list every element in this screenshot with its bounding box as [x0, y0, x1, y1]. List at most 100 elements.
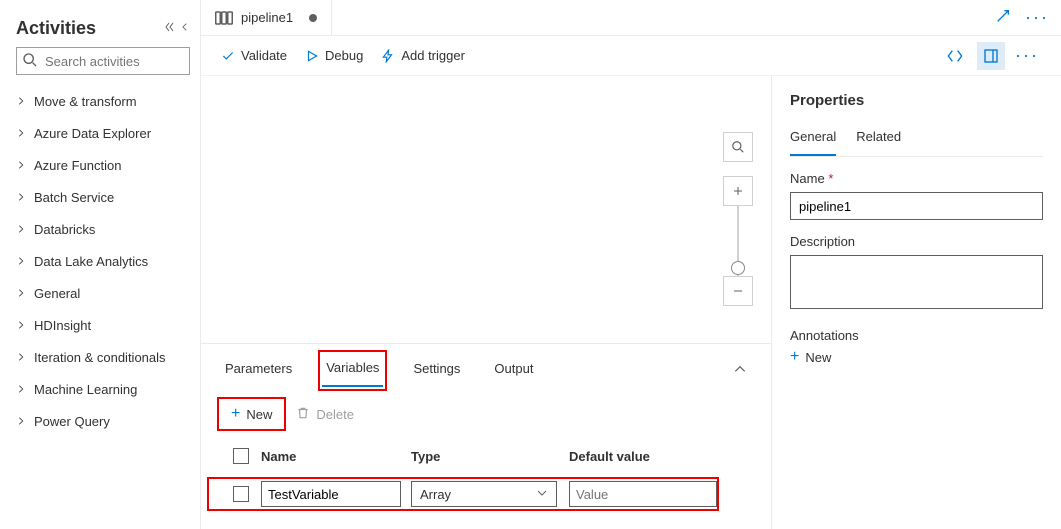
- tree-item[interactable]: Move & transform: [16, 85, 190, 117]
- tab-settings[interactable]: Settings: [409, 355, 464, 386]
- tree-item-label: Azure Function: [34, 158, 121, 173]
- unsaved-dot-icon: [309, 14, 317, 22]
- code-view-button[interactable]: [941, 42, 969, 70]
- add-trigger-button[interactable]: Add trigger: [381, 48, 465, 63]
- tree-item-label: Data Lake Analytics: [34, 254, 148, 269]
- name-field-label: Name *: [790, 171, 1043, 186]
- collapse-bottom-button[interactable]: [733, 362, 751, 379]
- tree-item-label: Databricks: [34, 222, 95, 237]
- check-icon: [221, 49, 235, 63]
- col-default-header: Default value: [569, 449, 729, 464]
- pipeline-canvas[interactable]: Parameters Variables Settings Output + N…: [201, 76, 771, 529]
- tree-item-label: Move & transform: [34, 94, 137, 109]
- select-all-checkbox[interactable]: [233, 448, 249, 464]
- delete-variable-button: Delete: [296, 406, 354, 423]
- zoom-out-button[interactable]: [723, 276, 753, 306]
- tree-item-label: Machine Learning: [34, 382, 137, 397]
- tab-output[interactable]: Output: [490, 355, 537, 386]
- row-checkbox[interactable]: [233, 486, 249, 502]
- trash-icon: [296, 406, 310, 423]
- canvas-find-button[interactable]: [723, 132, 753, 162]
- editor-tab-pipeline1[interactable]: pipeline1: [201, 0, 332, 35]
- activities-panel: Activities Move & transform Azure Data E…: [0, 0, 200, 529]
- zoom-handle[interactable]: [731, 261, 745, 275]
- chevron-right-icon: [16, 94, 26, 109]
- tree-item[interactable]: HDInsight: [16, 309, 190, 341]
- variables-grid-header: Name Type Default value: [221, 437, 751, 475]
- tree-item[interactable]: Machine Learning: [16, 373, 190, 405]
- validate-button[interactable]: Validate: [221, 48, 287, 63]
- toolbar-more-button[interactable]: ···: [1013, 42, 1041, 70]
- prop-tab-general[interactable]: General: [790, 123, 836, 156]
- variable-row: Array: [221, 475, 751, 513]
- chevron-right-icon: [16, 286, 26, 301]
- editor-tab-title: pipeline1: [241, 10, 293, 25]
- variable-name-input[interactable]: [261, 481, 401, 507]
- tab-variables[interactable]: Variables: [322, 354, 383, 387]
- tree-item[interactable]: Batch Service: [16, 181, 190, 213]
- more-icon[interactable]: ···: [1025, 7, 1049, 28]
- chevron-right-icon: [16, 222, 26, 237]
- tree-item-label: Azure Data Explorer: [34, 126, 151, 141]
- expand-icon[interactable]: [995, 8, 1011, 27]
- prop-tab-related[interactable]: Related: [856, 123, 901, 156]
- col-type-header: Type: [411, 449, 569, 464]
- tree-item[interactable]: Iteration & conditionals: [16, 341, 190, 373]
- double-chevron-icon: [164, 21, 176, 36]
- new-variable-label: New: [246, 407, 272, 422]
- tree-item[interactable]: Power Query: [16, 405, 190, 437]
- add-annotation-label: New: [805, 350, 831, 365]
- debug-button[interactable]: Debug: [305, 48, 363, 63]
- tree-item[interactable]: Databricks: [16, 213, 190, 245]
- pipeline-name-input[interactable]: [790, 192, 1043, 220]
- play-icon: [305, 49, 319, 63]
- chevron-right-icon: [16, 382, 26, 397]
- properties-panel: Properties General Related Name * Descri…: [771, 76, 1061, 529]
- variable-default-input[interactable]: [569, 481, 717, 507]
- zoom-slider[interactable]: [737, 206, 739, 276]
- tree-item[interactable]: Data Lake Analytics: [16, 245, 190, 277]
- bottom-tabs: Parameters Variables Settings Output: [201, 344, 771, 387]
- chevron-right-icon: [16, 190, 26, 205]
- tab-parameters[interactable]: Parameters: [221, 355, 296, 386]
- variable-type-value: Array: [420, 487, 451, 502]
- search-icon: [22, 52, 38, 71]
- pipeline-description-input[interactable]: [790, 255, 1043, 309]
- chevron-down-icon: [536, 487, 548, 502]
- tree-item-label: Power Query: [34, 414, 110, 429]
- properties-toggle-button[interactable]: [977, 42, 1005, 70]
- delete-variable-label: Delete: [316, 407, 354, 422]
- editor-tabbar: pipeline1 ···: [201, 0, 1061, 36]
- tree-item-label: HDInsight: [34, 318, 91, 333]
- variable-type-select[interactable]: Array: [411, 481, 557, 507]
- add-annotation-button[interactable]: + New: [790, 349, 831, 365]
- search-activities-input[interactable]: [16, 47, 190, 75]
- new-variable-button[interactable]: + New: [221, 401, 282, 427]
- chevron-right-icon: [16, 254, 26, 269]
- activities-collapse-controls[interactable]: [164, 21, 190, 36]
- activities-title: Activities: [16, 18, 96, 39]
- chevron-right-icon: [16, 158, 26, 173]
- debug-label: Debug: [325, 48, 363, 63]
- tree-item[interactable]: Azure Data Explorer: [16, 117, 190, 149]
- chevron-right-icon: [16, 350, 26, 365]
- tree-item-label: Iteration & conditionals: [34, 350, 166, 365]
- validate-label: Validate: [241, 48, 287, 63]
- zoom-controls: [723, 132, 753, 306]
- tree-item-label: Batch Service: [34, 190, 114, 205]
- pipeline-icon: [215, 11, 233, 25]
- annotations-label: Annotations: [790, 328, 1043, 343]
- tree-item[interactable]: General: [16, 277, 190, 309]
- col-name-header: Name: [261, 449, 411, 464]
- tree-item[interactable]: Azure Function: [16, 149, 190, 181]
- zoom-in-button[interactable]: [723, 176, 753, 206]
- plus-icon: +: [231, 405, 240, 423]
- chevron-left-icon: [180, 21, 190, 36]
- chevron-right-icon: [16, 318, 26, 333]
- activities-tree: Move & transform Azure Data Explorer Azu…: [16, 85, 190, 437]
- tree-item-label: General: [34, 286, 80, 301]
- chevron-right-icon: [16, 414, 26, 429]
- description-field-label: Description: [790, 234, 1043, 249]
- pipeline-toolbar: Validate Debug Add trigger ···: [201, 36, 1061, 76]
- properties-heading: Properties: [790, 92, 1043, 109]
